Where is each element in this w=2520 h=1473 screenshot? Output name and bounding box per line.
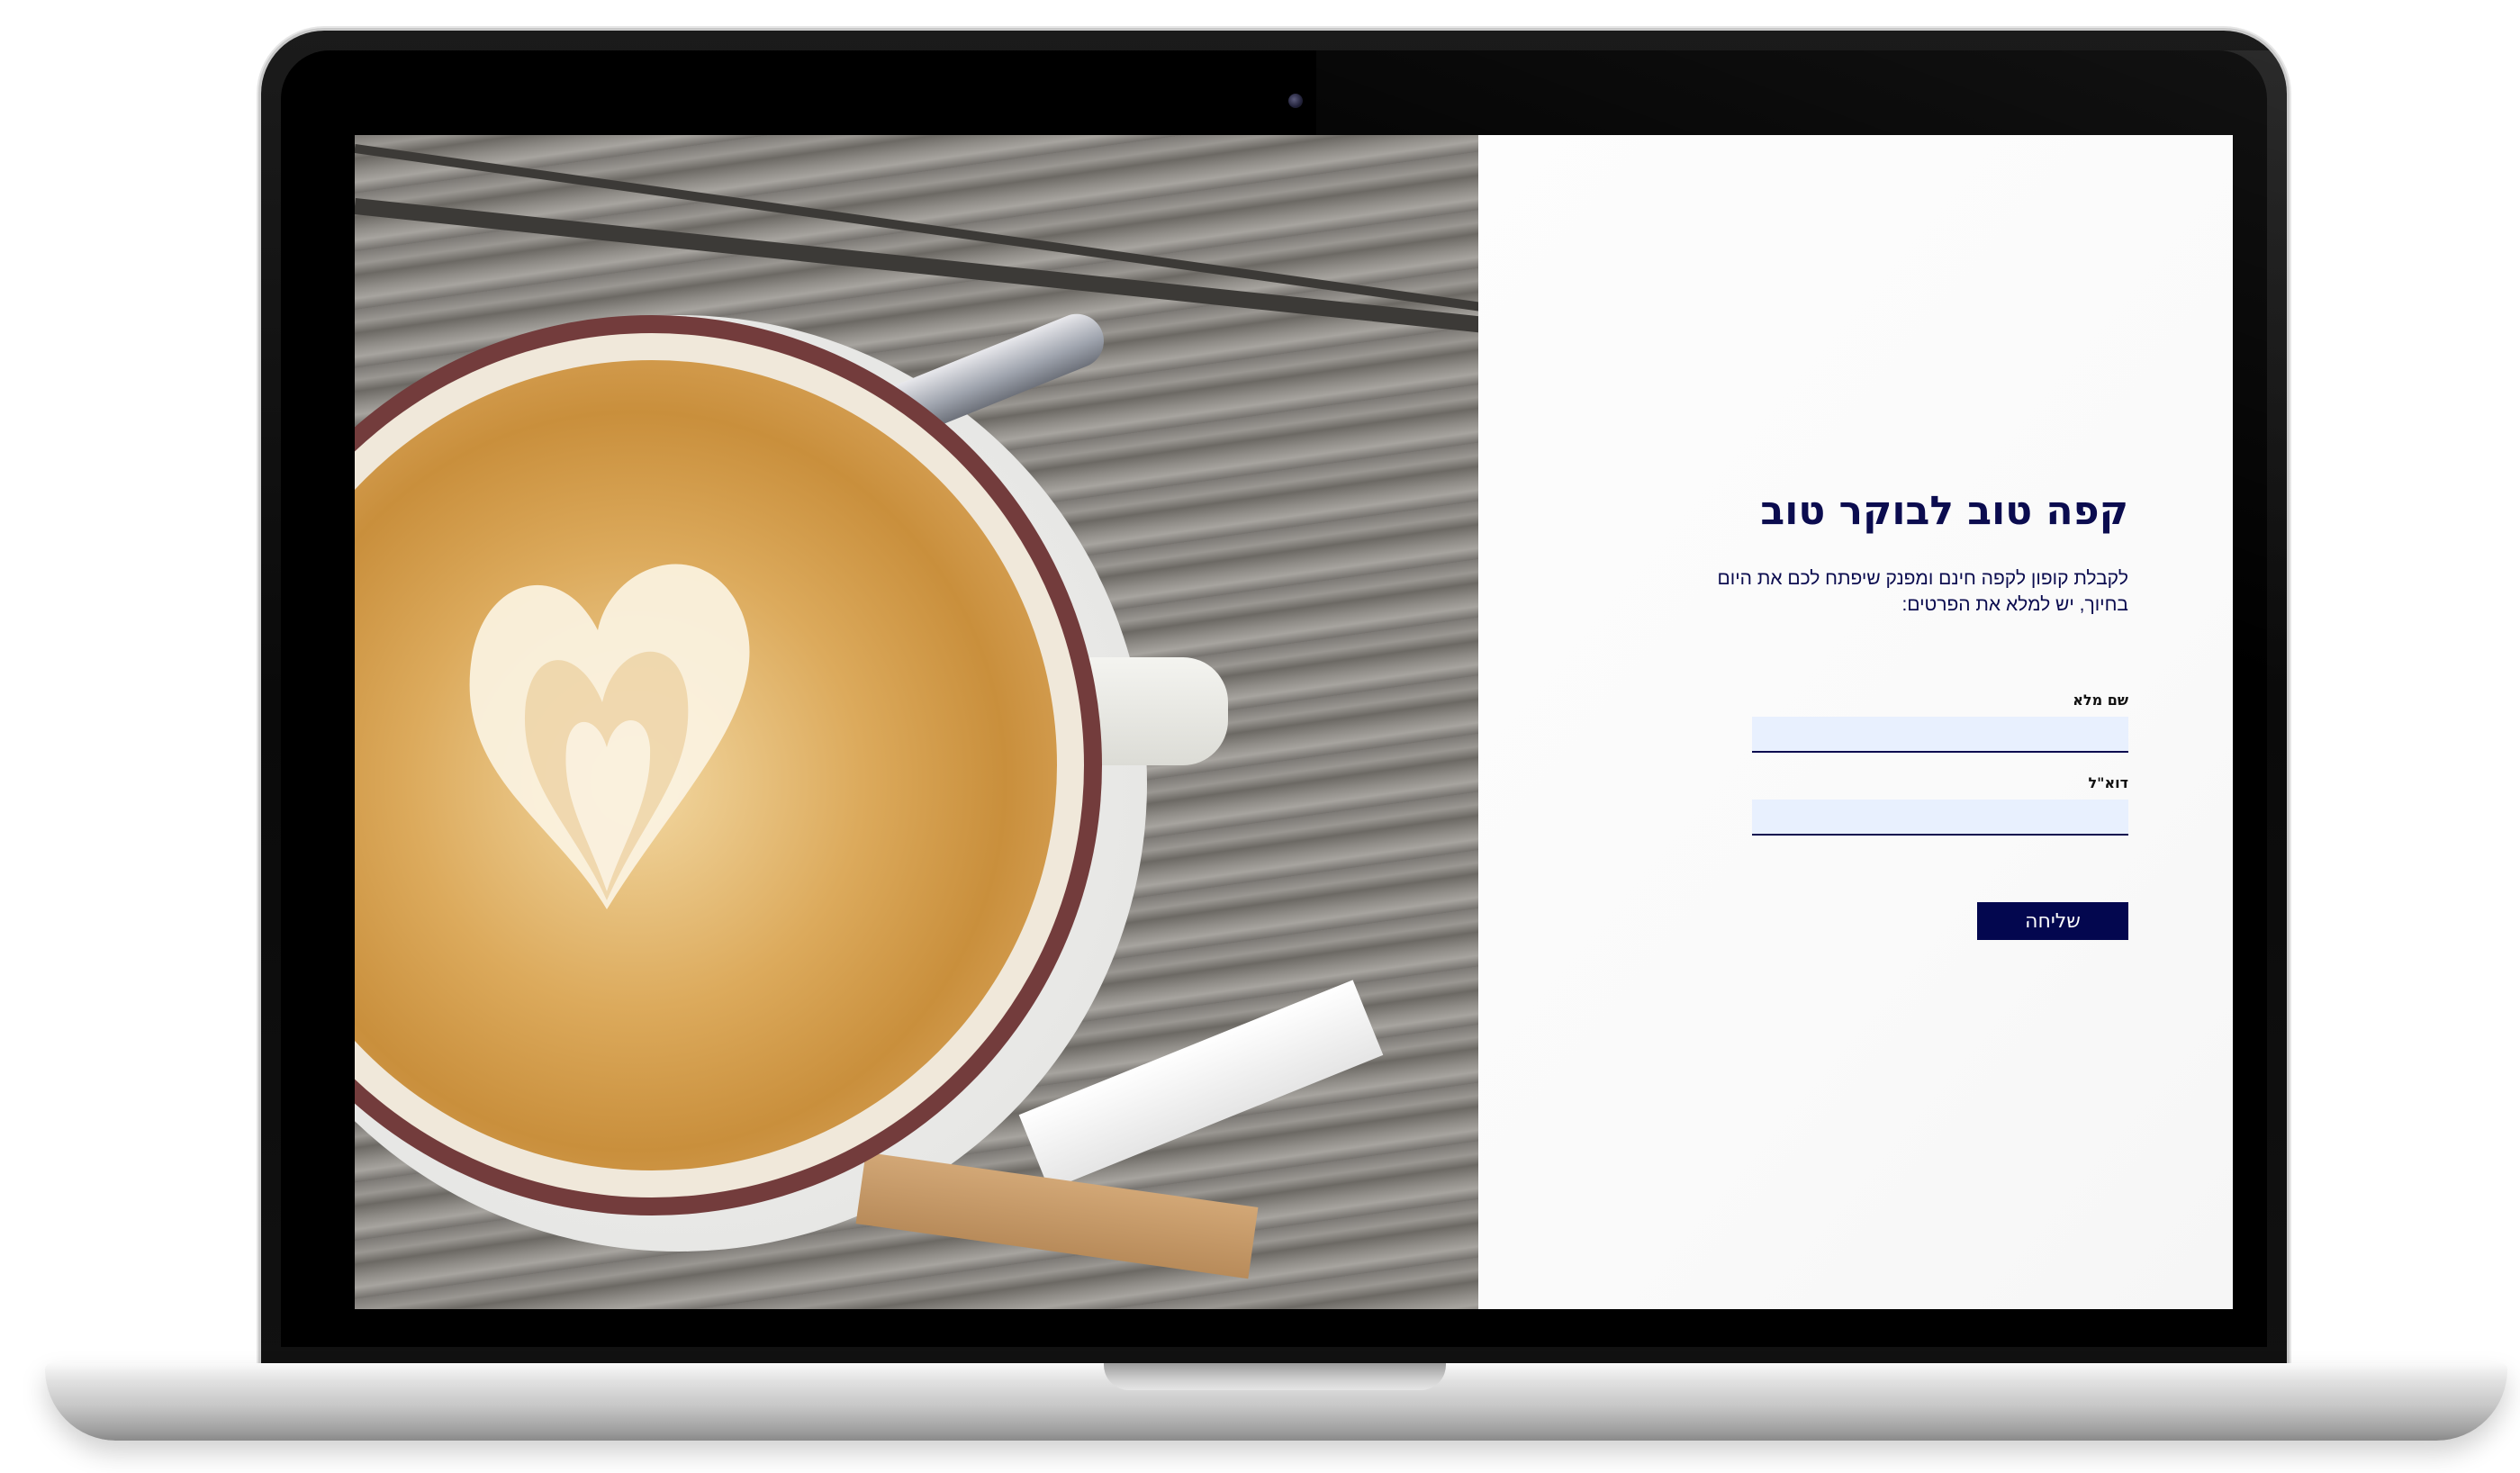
laptop-lid: קפה טוב לבוקר טוב לקבלת קופון לקפה חינם …	[261, 31, 2307, 1372]
laptop-mockup: קפה טוב לבוקר טוב לקבלת קופון לקפה חינם …	[0, 0, 2520, 1473]
intro-text: לקבלת קופון לקפה חינם ומפנק שיפתח לכם את…	[1660, 565, 2128, 618]
email-field[interactable]	[1752, 800, 2128, 836]
email-label: דוא"ל	[2088, 774, 2128, 791]
intro-text-line2: בחיוך, יש למלא את הפרטים:	[1901, 594, 2128, 615]
submit-button[interactable]: שליחה	[1977, 902, 2128, 940]
plank-gap	[355, 198, 1478, 347]
latte-heart-icon	[469, 564, 750, 909]
screen-bezel: קפה טוב לבוקר טוב לקבלת קופון לקפה חינם …	[281, 50, 2307, 1347]
webcam-icon	[1288, 94, 1303, 108]
page-title: קפה טוב לבוקר טוב	[1760, 488, 2128, 534]
name-label: שם מלא	[2073, 691, 2128, 709]
web-page: קפה טוב לבוקר טוב לקבלת קופון לקפה חינם …	[355, 135, 2233, 1309]
coffee-photo	[355, 135, 1478, 1309]
intro-text-line1: לקבלת קופון לקפה חינם ומפנק שיפתח לכם את…	[1717, 568, 2128, 589]
base-notch	[1104, 1363, 1446, 1390]
laptop-base	[45, 1363, 2507, 1441]
signup-panel: קפה טוב לבוקר טוב לקבלת קופון לקפה חינם …	[1478, 135, 2233, 1309]
name-field[interactable]	[1752, 717, 2128, 753]
